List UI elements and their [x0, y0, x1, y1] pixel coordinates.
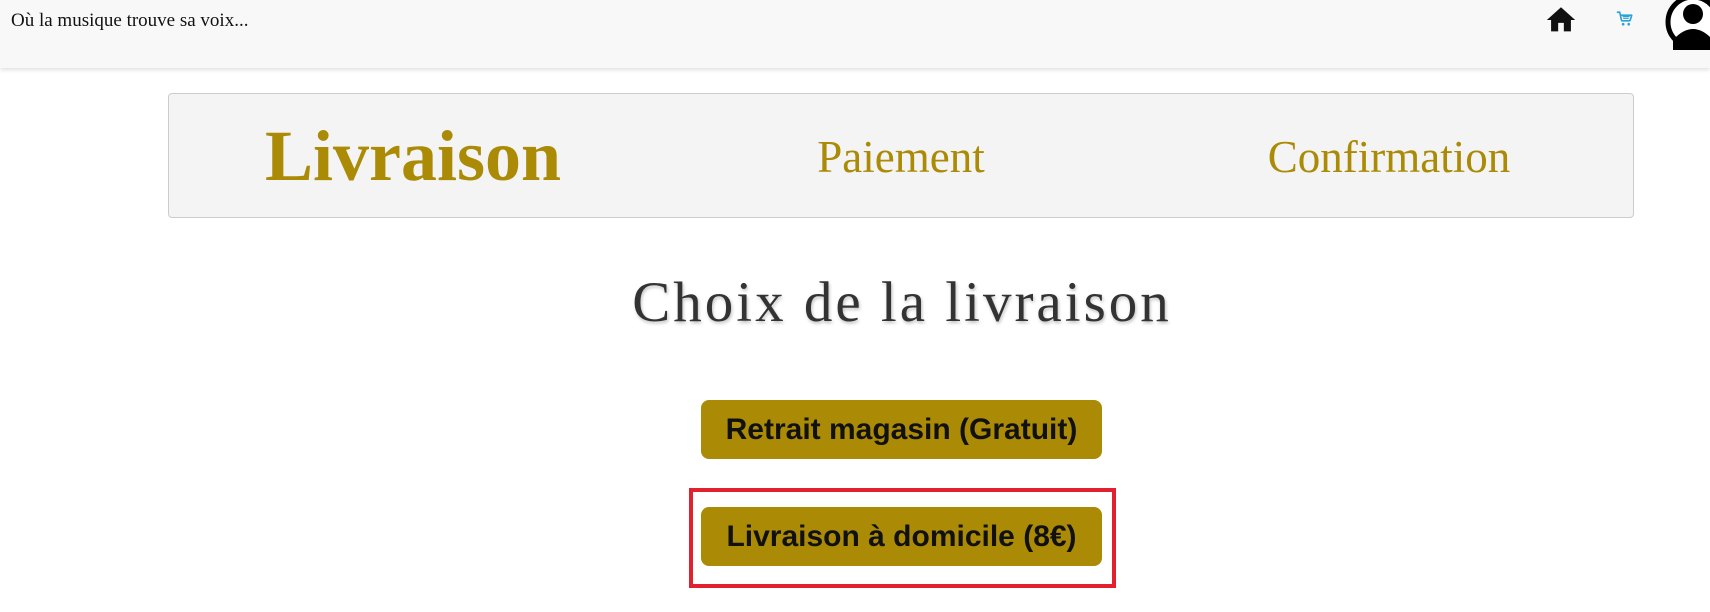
store-pickup-button[interactable]: Retrait magasin (Gratuit): [701, 400, 1102, 459]
user-avatar-icon[interactable]: [1665, 0, 1710, 50]
step-paiement: Paiement: [817, 131, 985, 182]
highlight-box: [689, 488, 1116, 588]
checkout-stepper: Livraison Paiement Confirmation: [168, 93, 1634, 218]
home-icon[interactable]: [1544, 3, 1578, 37]
step-confirmation: Confirmation: [1267, 131, 1511, 182]
step-livraison: Livraison: [264, 116, 562, 196]
top-navbar: Où la musique trouve sa voix...: [0, 0, 1710, 68]
site-tagline: Où la musique trouve sa voix...: [11, 10, 249, 31]
delivery-title: Choix de la livraison: [632, 271, 1172, 334]
cart-icon[interactable]: [1616, 10, 1634, 28]
